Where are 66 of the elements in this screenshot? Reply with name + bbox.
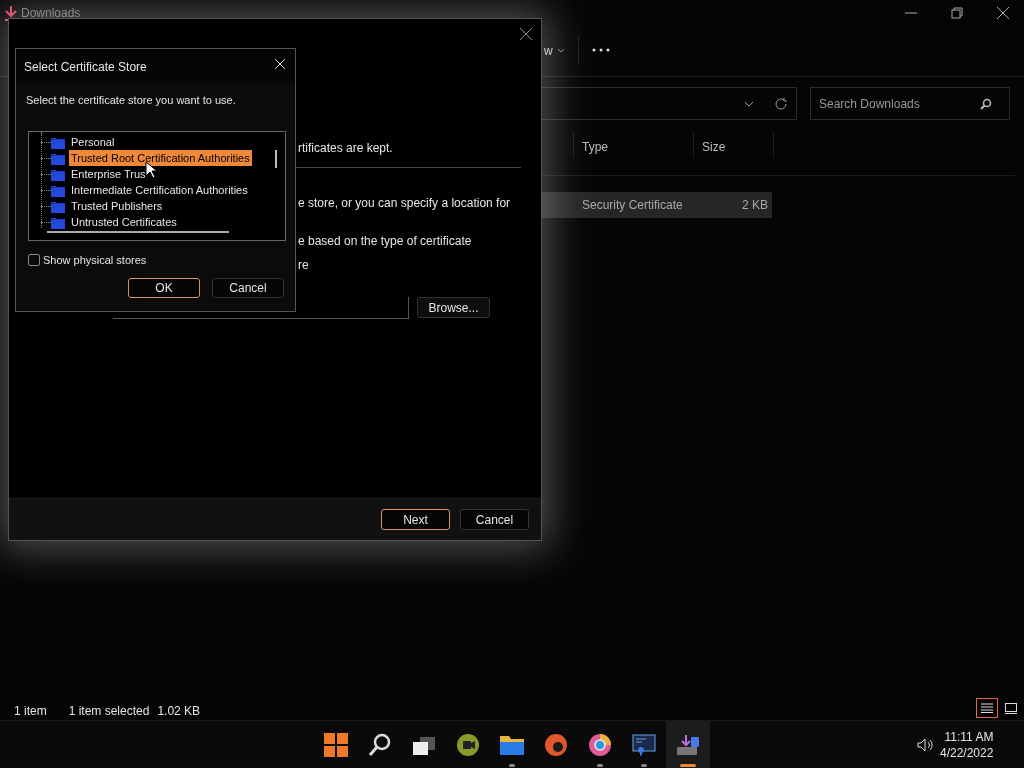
browser-icon <box>544 733 568 757</box>
folder-icon <box>51 135 65 149</box>
tree-item[interactable]: Enterprise Trus <box>69 165 148 183</box>
active-indicator <box>680 764 696 767</box>
clock-date[interactable]: 4/22/2022 <box>940 745 994 761</box>
close-icon[interactable] <box>994 4 1012 22</box>
close-icon[interactable] <box>519 27 533 41</box>
selection-count: 1 item selected <box>68 703 150 720</box>
folder-icon <box>51 167 65 181</box>
view-menu[interactable]: w <box>544 42 553 60</box>
camera-chat-icon <box>455 733 481 757</box>
wizard-button[interactable]: Cancel <box>460 509 529 530</box>
running-indicator <box>509 764 515 767</box>
more-icon[interactable] <box>592 48 610 52</box>
scrollbar-thumb[interactable] <box>275 150 277 168</box>
instruction-text: re <box>298 257 309 274</box>
folder-icon <box>51 151 65 165</box>
search-icon <box>979 96 993 111</box>
wizard-button[interactable]: Next <box>381 509 450 530</box>
start-icon <box>324 733 348 757</box>
certificate-window-icon <box>632 734 656 756</box>
tree-item[interactable]: Trusted Root Certification Authorities <box>69 149 252 167</box>
taskbar-button[interactable] <box>666 721 710 768</box>
tree-item[interactable]: Trusted Publishers <box>69 197 165 215</box>
store-tree[interactable]: Personal Trusted Root Certification Authorities Enterprise Trus Intermediate Certification Authorities Trusted Publishers Untrusted Certificates <box>28 131 286 241</box>
browse-button[interactable]: Browse... <box>417 297 490 318</box>
running-indicator <box>597 764 603 767</box>
tree-item[interactable]: Personal <box>69 133 117 151</box>
window-icon <box>1005 702 1017 714</box>
column-header[interactable]: Type <box>582 138 608 156</box>
tree-item[interactable]: Intermediate Certification Authorities <box>69 181 250 199</box>
folder-icon <box>51 215 65 229</box>
scrollbar-thumb[interactable] <box>47 231 229 233</box>
restore-icon[interactable] <box>948 4 966 22</box>
dialog-title: Select Certificate Store <box>24 59 147 76</box>
search-field[interactable]: Search Downloads <box>810 87 1010 120</box>
running-indicator <box>641 764 647 767</box>
dialog-button[interactable]: Cancel <box>212 278 284 298</box>
instruction-text: e based on the type of certificate <box>298 233 472 250</box>
folder-icon <box>51 199 65 213</box>
list-icon <box>981 703 993 713</box>
folder-icon <box>51 183 65 197</box>
chevron-icon[interactable] <box>744 100 754 107</box>
cursor-icon <box>145 161 157 179</box>
checkbox[interactable] <box>28 254 40 267</box>
prompt-text: Select the certificate store you want to use. <box>26 93 236 108</box>
clock-time[interactable]: 11:11 AM <box>944 729 994 745</box>
instruction-text: rtificates are kept. <box>298 140 393 157</box>
chevron-icon <box>556 48 565 54</box>
details-view-button[interactable] <box>976 698 998 718</box>
type-cell-text: Security Certificate <box>582 197 683 214</box>
dialog-button[interactable]: OK <box>128 278 200 298</box>
folder-icon <box>499 734 525 756</box>
checkbox-label[interactable]: Show physical stores <box>43 252 147 269</box>
speaker-icon[interactable] <box>917 738 935 752</box>
search-input[interactable]: Search Downloads <box>819 94 979 113</box>
size-cell-text: 2 KB <box>742 197 768 214</box>
column-header[interactable]: Size <box>702 138 726 156</box>
selection-size: 1.02 KB <box>157 703 201 720</box>
installer-icon <box>675 733 701 757</box>
tree-item[interactable]: Untrusted Certificates <box>69 213 179 231</box>
window-title: Downloads <box>21 5 81 22</box>
search-icon <box>368 733 392 757</box>
browser-icon <box>588 733 612 757</box>
refresh-icon[interactable] <box>774 96 788 111</box>
item-count: 1 item <box>14 703 47 720</box>
